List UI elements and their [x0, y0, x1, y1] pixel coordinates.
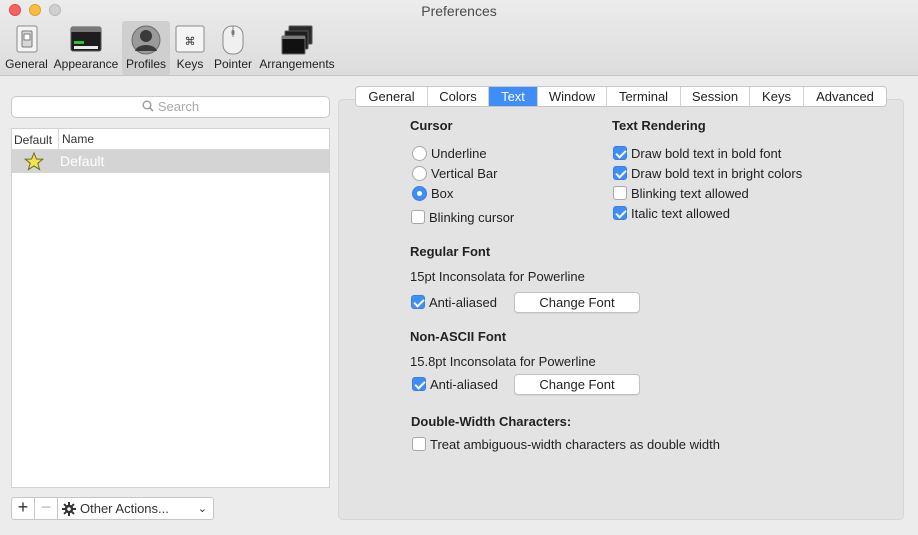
- profiles-table-header: Default Name: [12, 129, 329, 150]
- non-ascii-anti-aliased-label: Anti-aliased: [430, 377, 498, 392]
- blinking-cursor-label: Blinking cursor: [429, 210, 515, 225]
- profile-tabs: General Colors Text Window Terminal Sess…: [355, 86, 887, 107]
- other-actions-label: Other Actions...: [80, 501, 169, 516]
- bold-font-label: Draw bold text in bold font: [631, 146, 782, 161]
- person-icon: [131, 25, 161, 58]
- cursor-underline-radio[interactable]: [412, 146, 427, 161]
- blinking-text-checkbox[interactable]: [613, 186, 627, 200]
- mouse-icon: [221, 25, 245, 58]
- regular-change-font-button[interactable]: Change Font: [514, 292, 640, 313]
- title-bar: Preferences General Appearance Profiles …: [0, 0, 918, 76]
- cursor-underline-label: Underline: [431, 146, 487, 161]
- toolbar-label: Profiles: [125, 57, 166, 71]
- regular-font-name: 15pt Inconsolata for Powerline: [410, 269, 585, 284]
- toolbar-label: Appearance: [53, 57, 119, 71]
- non-ascii-font-section-title: Non-ASCII Font: [410, 329, 507, 344]
- switch-icon: [14, 25, 40, 56]
- tab-advanced[interactable]: Advanced: [804, 87, 886, 106]
- blinking-text-label: Blinking text allowed: [631, 186, 749, 201]
- profile-name: Default: [60, 153, 105, 169]
- other-actions-dropdown[interactable]: Other Actions... ⌄: [58, 497, 214, 520]
- command-key-icon: ⌘: [175, 25, 205, 56]
- column-header-name[interactable]: Name: [58, 129, 94, 150]
- tab-general[interactable]: General: [356, 87, 428, 106]
- cursor-box-label: Box: [431, 186, 454, 201]
- search-icon: [142, 98, 154, 118]
- regular-anti-aliased-checkbox[interactable]: [411, 295, 425, 309]
- regular-font-section-title: Regular Font: [410, 244, 491, 259]
- non-ascii-change-font-button[interactable]: Change Font: [514, 374, 640, 395]
- cursor-section-title: Cursor: [410, 118, 453, 133]
- toolbar-profiles[interactable]: Profiles: [122, 21, 170, 75]
- ambiguous-width-label: Treat ambiguous-width characters as doub…: [430, 437, 720, 452]
- bold-font-checkbox[interactable]: [613, 146, 627, 160]
- tab-text[interactable]: Text: [489, 87, 538, 106]
- tab-window[interactable]: Window: [538, 87, 607, 106]
- default-star-icon: [23, 151, 45, 174]
- cursor-box-radio[interactable]: [412, 186, 427, 201]
- search-placeholder: Search: [157, 99, 200, 114]
- toolbar-label: Keys: [176, 57, 204, 71]
- bright-colors-checkbox[interactable]: [613, 166, 627, 180]
- non-ascii-anti-aliased-checkbox[interactable]: [412, 377, 426, 391]
- toolbar-arrangements[interactable]: Arrangements: [258, 21, 336, 75]
- toolbar-label: Pointer: [213, 57, 253, 71]
- add-profile-button[interactable]: +: [11, 497, 35, 520]
- cursor-vertical-bar-radio[interactable]: [412, 166, 427, 181]
- table-row[interactable]: Default: [12, 150, 329, 173]
- toolbar-appearance[interactable]: Appearance: [52, 21, 120, 75]
- window-icon: [70, 25, 102, 56]
- tab-colors[interactable]: Colors: [428, 87, 489, 106]
- bright-colors-label: Draw bold text in bright colors: [631, 166, 803, 181]
- cursor-vertical-bar-label: Vertical Bar: [431, 166, 498, 181]
- gear-icon: [62, 501, 76, 522]
- blinking-cursor-checkbox[interactable]: [411, 210, 425, 224]
- ambiguous-width-checkbox[interactable]: [412, 437, 426, 451]
- svg-text:⌘: ⌘: [185, 35, 196, 48]
- non-ascii-font-name: 15.8pt Inconsolata for Powerline: [410, 354, 596, 369]
- toolbar-keys[interactable]: ⌘ Keys: [173, 21, 207, 75]
- tab-session[interactable]: Session: [681, 87, 750, 106]
- toolbar-general[interactable]: General: [4, 21, 49, 75]
- profile-actions-bar: + − Other Actions... ⌄: [11, 497, 214, 520]
- windows-stack-icon: [281, 25, 313, 58]
- tab-keys[interactable]: Keys: [750, 87, 804, 106]
- tab-terminal[interactable]: Terminal: [607, 87, 681, 106]
- italic-text-label: Italic text allowed: [631, 206, 730, 221]
- profile-search-input[interactable]: Search: [11, 96, 330, 118]
- remove-profile-button[interactable]: −: [35, 497, 58, 520]
- text-rendering-section-title: Text Rendering: [612, 118, 706, 133]
- toolbar-label: Arrangements: [259, 57, 335, 71]
- window-title: Preferences: [421, 3, 497, 19]
- toolbar-pointer[interactable]: Pointer: [212, 21, 254, 75]
- double-width-section-title: Double-Width Characters:: [411, 414, 572, 429]
- toolbar-label: General: [5, 57, 48, 71]
- regular-anti-aliased-label: Anti-aliased: [429, 295, 497, 310]
- column-header-default[interactable]: Default: [14, 133, 52, 147]
- italic-text-checkbox[interactable]: [613, 206, 627, 220]
- profiles-table: Default Name Default: [11, 128, 330, 488]
- chevron-down-icon: ⌄: [197, 503, 207, 515]
